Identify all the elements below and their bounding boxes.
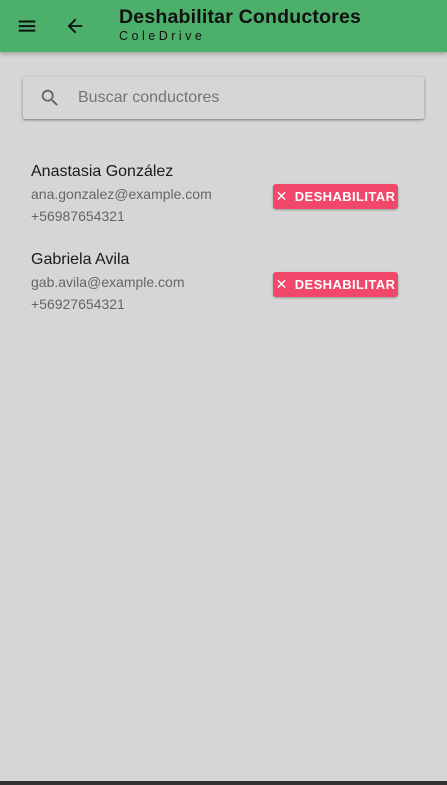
search-bar <box>23 77 424 119</box>
title-block: Deshabilitar Conductores ColeDrive <box>119 6 361 44</box>
driver-phone: +56927654321 <box>31 296 125 312</box>
disable-button-label: DESHABILITAR <box>294 277 396 292</box>
bottom-edge <box>0 781 447 785</box>
menu-icon <box>18 20 36 32</box>
driver-name: Anastasia González <box>31 163 174 180</box>
driver-list: Anastasia González ana.gonzalez@example.… <box>0 160 447 336</box>
search-input[interactable] <box>78 77 408 119</box>
search-icon <box>41 89 58 106</box>
close-icon: ✕ <box>275 276 288 292</box>
back-button[interactable] <box>59 10 91 42</box>
list-item: Gabriela Avila gab.avila@example.com +56… <box>0 248 447 336</box>
page-title: Deshabilitar Conductores <box>119 6 362 28</box>
disable-button[interactable]: ✕ DESHABILITAR <box>273 272 398 297</box>
driver-phone: +56987654321 <box>31 208 125 224</box>
app-bar: Deshabilitar Conductores ColeDrive <box>0 0 447 52</box>
menu-button[interactable] <box>11 10 43 42</box>
list-item: Anastasia González ana.gonzalez@example.… <box>0 160 447 248</box>
app-subtitle: ColeDrive <box>119 29 206 43</box>
arrow-back-icon <box>67 18 83 34</box>
driver-email: gab.avila@example.com <box>31 274 185 290</box>
screen: Deshabilitar Conductores ColeDrive Anast… <box>0 0 447 785</box>
disable-button[interactable]: ✕ DESHABILITAR <box>273 184 398 209</box>
driver-email: ana.gonzalez@example.com <box>31 186 212 202</box>
close-icon: ✕ <box>275 188 288 204</box>
driver-name: Gabriela Avila <box>31 251 130 268</box>
disable-button-label: DESHABILITAR <box>294 189 396 204</box>
